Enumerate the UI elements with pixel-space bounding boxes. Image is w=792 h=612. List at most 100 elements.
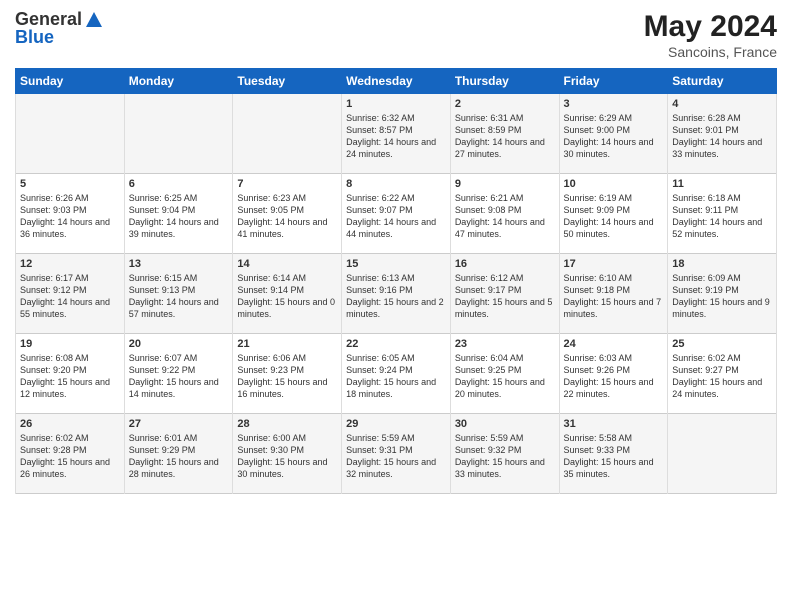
calendar-cell: 21 Sunrise: 6:06 AMSunset: 9:23 PMDayligh…: [233, 334, 342, 414]
calendar-cell: 9Sunrise: 6:21 AMSunset: 9:08 PMDaylight…: [450, 174, 559, 254]
calendar-header-row: SundayMondayTuesdayWednesdayThursdayFrid…: [16, 69, 777, 94]
calendar-cell: 27 Sunrise: 6:01 AMSunset: 9:29 PMDayligh…: [124, 414, 233, 494]
day-number: 17: [564, 258, 664, 270]
day-number: 7: [237, 178, 337, 190]
cell-info: Sunrise: 5:58 AMSunset: 9:33 PMDaylight:…: [564, 433, 654, 479]
day-number: 3: [564, 98, 664, 110]
day-number: 10: [564, 178, 664, 190]
calendar-cell: 29 Sunrise: 5:59 AMSunset: 9:31 PMDayligh…: [342, 414, 451, 494]
month-year: May 2024: [644, 10, 777, 44]
cell-info: Sunrise: 6:09 AMSunset: 9:19 PMDaylight:…: [672, 273, 770, 319]
day-number: 24: [564, 338, 664, 350]
day-number: 6: [129, 178, 229, 190]
calendar-cell: 23Sunrise: 6:04 AMSunset: 9:25 PMDayligh…: [450, 334, 559, 414]
day-number: 12: [20, 258, 120, 270]
cell-info: Sunrise: 6:29 AMSunset: 9:00 PMDaylight:…: [564, 113, 654, 159]
day-number: 8: [346, 178, 446, 190]
day-number: 31: [564, 418, 664, 430]
calendar-cell: 18 Sunrise: 6:09 AMSunset: 9:19 PMDayligh…: [668, 254, 777, 334]
calendar-cell: 22Sunrise: 6:05 AMSunset: 9:24 PMDayligh…: [342, 334, 451, 414]
calendar-week-5: 26 Sunrise: 6:02 AMSunset: 9:28 PMDayligh…: [16, 414, 777, 494]
day-header-saturday: Saturday: [668, 69, 777, 94]
calendar-cell: 26 Sunrise: 6:02 AMSunset: 9:28 PMDayligh…: [16, 414, 125, 494]
calendar-cell: 13Sunrise: 6:15 AMSunset: 9:13 PMDayligh…: [124, 254, 233, 334]
calendar-cell: [16, 94, 125, 174]
calendar-cell: 5 Sunrise: 6:26 AMSunset: 9:03 PMDaylight…: [16, 174, 125, 254]
calendar-cell: 25Sunrise: 6:02 AMSunset: 9:27 PMDayligh…: [668, 334, 777, 414]
logo-icon: [85, 11, 103, 29]
cell-info: Sunrise: 6:07 AMSunset: 9:22 PMDaylight:…: [129, 353, 219, 399]
day-header-wednesday: Wednesday: [342, 69, 451, 94]
header: General Blue May 2024 Sancoins, France: [15, 10, 777, 60]
day-number: 27: [129, 418, 229, 430]
day-number: 19: [20, 338, 120, 350]
cell-info: Sunrise: 6:03 AMSunset: 9:26 PMDaylight:…: [564, 353, 654, 399]
cell-info: Sunrise: 6:25 AMSunset: 9:04 PMDaylight:…: [129, 193, 219, 239]
calendar-cell: 3 Sunrise: 6:29 AMSunset: 9:00 PMDaylight…: [559, 94, 668, 174]
cell-info: Sunrise: 6:31 AMSunset: 8:59 PMDaylight:…: [455, 113, 545, 159]
cell-info: Sunrise: 6:04 AMSunset: 9:25 PMDaylight:…: [455, 353, 545, 399]
title-block: May 2024 Sancoins, France: [644, 10, 777, 60]
day-number: 20: [129, 338, 229, 350]
calendar-cell: 30 Sunrise: 5:59 AMSunset: 9:32 PMDayligh…: [450, 414, 559, 494]
day-number: 14: [237, 258, 337, 270]
calendar-cell: 4 Sunrise: 6:28 AMSunset: 9:01 PMDaylight…: [668, 94, 777, 174]
cell-info: Sunrise: 6:01 AMSunset: 9:29 PMDaylight:…: [129, 433, 219, 479]
day-number: 5: [20, 178, 120, 190]
day-number: 30: [455, 418, 555, 430]
day-number: 2: [455, 98, 555, 110]
calendar-cell: 24 Sunrise: 6:03 AMSunset: 9:26 PMDayligh…: [559, 334, 668, 414]
cell-info: Sunrise: 6:18 AMSunset: 9:11 PMDaylight:…: [672, 193, 762, 239]
calendar-cell: 31 Sunrise: 5:58 AMSunset: 9:33 PMDayligh…: [559, 414, 668, 494]
calendar-table: SundayMondayTuesdayWednesdayThursdayFrid…: [15, 68, 777, 494]
calendar-cell: 15 Sunrise: 6:13 AMSunset: 9:16 PMDayligh…: [342, 254, 451, 334]
calendar-week-1: 1Sunrise: 6:32 AMSunset: 8:57 PMDaylight…: [16, 94, 777, 174]
day-number: 16: [455, 258, 555, 270]
calendar-cell: 2 Sunrise: 6:31 AMSunset: 8:59 PMDaylight…: [450, 94, 559, 174]
day-number: 26: [20, 418, 120, 430]
calendar-cell: 11 Sunrise: 6:18 AMSunset: 9:11 PMDayligh…: [668, 174, 777, 254]
calendar-week-4: 19Sunrise: 6:08 AMSunset: 9:20 PMDayligh…: [16, 334, 777, 414]
cell-info: Sunrise: 6:21 AMSunset: 9:08 PMDaylight:…: [455, 193, 545, 239]
day-header-sunday: Sunday: [16, 69, 125, 94]
calendar-cell: [124, 94, 233, 174]
cell-info: Sunrise: 6:28 AMSunset: 9:01 PMDaylight:…: [672, 113, 762, 159]
cell-info: Sunrise: 6:02 AMSunset: 9:28 PMDaylight:…: [20, 433, 110, 479]
cell-info: Sunrise: 6:22 AMSunset: 9:07 PMDaylight:…: [346, 193, 436, 239]
day-header-thursday: Thursday: [450, 69, 559, 94]
cell-info: Sunrise: 6:12 AMSunset: 9:17 PMDaylight:…: [455, 273, 553, 319]
cell-info: Sunrise: 6:06 AMSunset: 9:23 PMDaylight:…: [237, 353, 327, 399]
calendar-week-2: 5 Sunrise: 6:26 AMSunset: 9:03 PMDaylight…: [16, 174, 777, 254]
location: Sancoins, France: [644, 44, 777, 60]
calendar-cell: 14Sunrise: 6:14 AMSunset: 9:14 PMDayligh…: [233, 254, 342, 334]
calendar-week-3: 12 Sunrise: 6:17 AMSunset: 9:12 PMDayligh…: [16, 254, 777, 334]
calendar-cell: 19Sunrise: 6:08 AMSunset: 9:20 PMDayligh…: [16, 334, 125, 414]
calendar-cell: 6 Sunrise: 6:25 AMSunset: 9:04 PMDaylight…: [124, 174, 233, 254]
calendar-cell: 8 Sunrise: 6:22 AMSunset: 9:07 PMDaylight…: [342, 174, 451, 254]
cell-info: Sunrise: 6:10 AMSunset: 9:18 PMDaylight:…: [564, 273, 662, 319]
day-number: 29: [346, 418, 446, 430]
calendar-cell: [233, 94, 342, 174]
day-number: 11: [672, 178, 772, 190]
cell-info: Sunrise: 6:19 AMSunset: 9:09 PMDaylight:…: [564, 193, 654, 239]
day-number: 21: [237, 338, 337, 350]
calendar-cell: 7 Sunrise: 6:23 AMSunset: 9:05 PMDaylight…: [233, 174, 342, 254]
day-number: 4: [672, 98, 772, 110]
calendar-cell: 28Sunrise: 6:00 AMSunset: 9:30 PMDayligh…: [233, 414, 342, 494]
day-number: 25: [672, 338, 772, 350]
cell-info: Sunrise: 6:17 AMSunset: 9:12 PMDaylight:…: [20, 273, 110, 319]
calendar-cell: 20 Sunrise: 6:07 AMSunset: 9:22 PMDayligh…: [124, 334, 233, 414]
day-number: 28: [237, 418, 337, 430]
logo-blue: Blue: [15, 28, 103, 48]
cell-info: Sunrise: 6:13 AMSunset: 9:16 PMDaylight:…: [346, 273, 444, 319]
cell-info: Sunrise: 5:59 AMSunset: 9:32 PMDaylight:…: [455, 433, 545, 479]
cell-info: Sunrise: 6:23 AMSunset: 9:05 PMDaylight:…: [237, 193, 327, 239]
cell-info: Sunrise: 5:59 AMSunset: 9:31 PMDaylight:…: [346, 433, 436, 479]
day-number: 18: [672, 258, 772, 270]
calendar-cell: 16 Sunrise: 6:12 AMSunset: 9:17 PMDayligh…: [450, 254, 559, 334]
cell-info: Sunrise: 6:26 AMSunset: 9:03 PMDaylight:…: [20, 193, 110, 239]
day-header-tuesday: Tuesday: [233, 69, 342, 94]
day-number: 1: [346, 98, 446, 110]
calendar-cell: [668, 414, 777, 494]
day-number: 15: [346, 258, 446, 270]
